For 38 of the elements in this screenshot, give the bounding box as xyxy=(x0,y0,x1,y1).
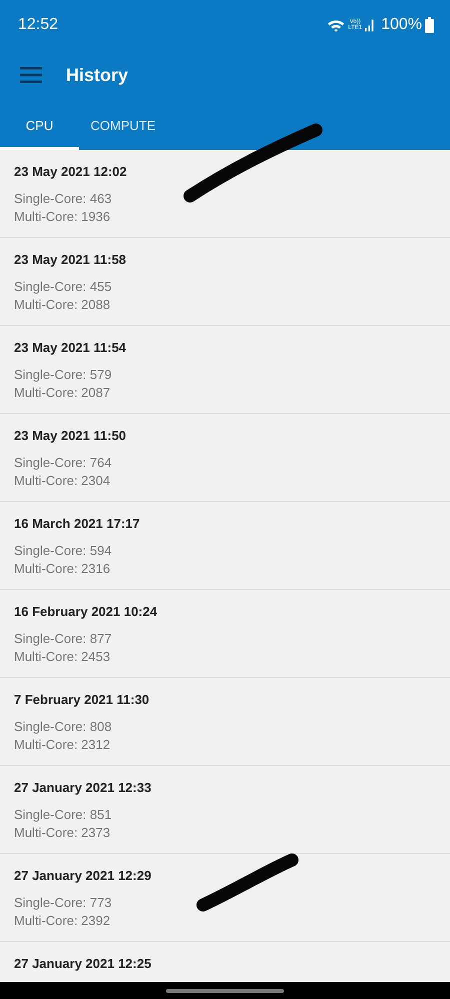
single-core-score: Single-Core: 463 xyxy=(14,190,113,208)
tab[interactable]: COMPUTE xyxy=(79,100,167,150)
result-date: 7 February 2021 11:30 xyxy=(14,692,150,709)
app-title: History xyxy=(66,64,128,86)
result-date: 23 May 2021 12:02 xyxy=(14,164,128,181)
menu-icon[interactable] xyxy=(20,67,42,83)
battery-icon xyxy=(425,17,434,33)
multi-core-score: Multi-Core: 2453 xyxy=(14,648,112,666)
single-core-score: Single-Core: 808 xyxy=(14,718,113,736)
multi-core-score: Multi-Core: 2087 xyxy=(14,384,112,402)
single-core-score: Single-Core: 455 xyxy=(14,278,113,296)
tab[interactable]: CPU xyxy=(0,100,79,150)
multi-core-score: Multi-Core: 2316 xyxy=(14,560,112,578)
home-handle[interactable] xyxy=(166,988,284,992)
single-core-score: Single-Core: 851 xyxy=(14,806,113,824)
multi-core-score: Multi-Core: 2312 xyxy=(14,736,112,754)
multi-core-score: Multi-Core: 2304 xyxy=(14,472,112,490)
single-core-score: Single-Core: 773 xyxy=(14,894,113,912)
result-date: 16 February 2021 10:24 xyxy=(14,604,158,621)
result-date: 23 May 2021 11:58 xyxy=(14,252,128,269)
status-time: 12:52 xyxy=(18,16,58,34)
multi-core-score: Multi-Core: 2392 xyxy=(14,912,112,930)
multi-core-score: Multi-Core: 2088 xyxy=(14,296,112,314)
wifi-icon xyxy=(327,18,346,32)
multi-core-score: Multi-Core: 1936 xyxy=(14,208,112,226)
single-core-score: Single-Core: 764 xyxy=(14,454,113,472)
result-date: 23 May 2021 11:54 xyxy=(14,340,128,357)
result-date: 23 May 2021 11:50 xyxy=(14,428,128,445)
result-date: 27 January 2021 12:29 xyxy=(14,868,152,885)
result-date: 27 January 2021 12:33 xyxy=(14,780,152,797)
single-core-score: Single-Core: 594 xyxy=(14,542,113,560)
single-core-score: Single-Core: 579 xyxy=(14,366,113,384)
result-date: 27 January 2021 12:25 xyxy=(14,956,152,973)
signal-icon xyxy=(365,18,376,32)
battery-percent: 100% xyxy=(381,16,422,34)
result-date: 16 March 2021 17:17 xyxy=(14,516,141,533)
multi-core-score: Multi-Core: 2373 xyxy=(14,824,112,842)
single-core-score: Single-Core: 877 xyxy=(14,630,113,648)
